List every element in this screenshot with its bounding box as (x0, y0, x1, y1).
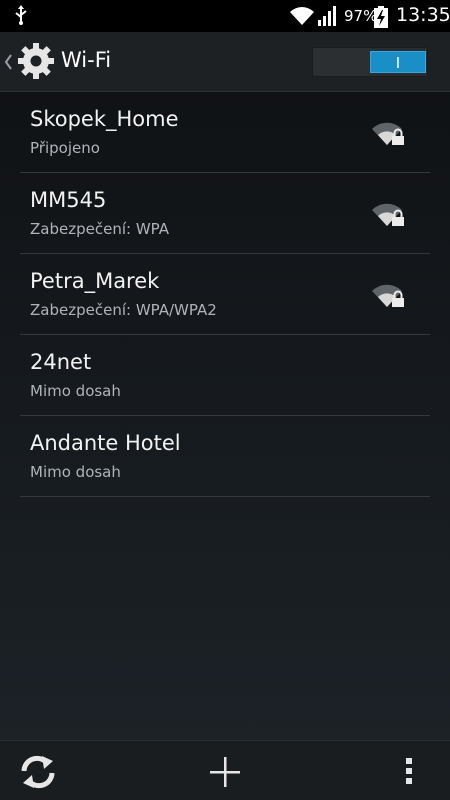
network-name: Petra_Marek (30, 269, 160, 293)
battery-percent: 97% (344, 7, 378, 25)
network-name: 24net (30, 350, 92, 374)
usb-icon (14, 5, 28, 29)
action-bar: Wi-Fi I (0, 32, 450, 92)
network-name: MM545 (30, 188, 107, 212)
add-network-icon[interactable] (208, 755, 242, 793)
network-status: Mimo dosah (30, 463, 121, 481)
bottom-action-bar (0, 740, 450, 800)
cell-signal-icon (318, 6, 338, 30)
wifi-lock-icon (372, 283, 406, 313)
wifi-toggle[interactable]: I (312, 47, 428, 77)
network-item[interactable]: 24net Mimo dosah (20, 335, 430, 416)
page-title: Wi-Fi (61, 48, 112, 72)
up-caret-icon[interactable] (4, 54, 13, 74)
network-list: Skopek_Home Připojeno MM545 Zabezpečení:… (20, 92, 430, 497)
network-status: Mimo dosah (30, 382, 121, 400)
settings-gear-icon[interactable] (17, 42, 55, 84)
scan-icon[interactable] (20, 755, 56, 793)
status-bar: 97% 13:35 (0, 0, 450, 32)
network-item[interactable]: Petra_Marek Zabezpečení: WPA/WPA2 (20, 254, 430, 335)
network-name: Skopek_Home (30, 107, 179, 131)
wifi-lock-icon (372, 121, 406, 151)
network-item[interactable]: Skopek_Home Připojeno (20, 92, 430, 173)
network-item[interactable]: Andante Hotel Mimo dosah (20, 416, 430, 497)
network-item[interactable]: MM545 Zabezpečení: WPA (20, 173, 430, 254)
overflow-menu-icon[interactable] (404, 757, 414, 789)
network-status: Připojeno (30, 139, 100, 157)
wifi-status-icon (290, 7, 314, 29)
battery-charging-icon (374, 6, 388, 32)
clock: 13:35 (396, 4, 450, 26)
wifi-lock-icon (372, 202, 406, 232)
toggle-on-thumb: I (370, 51, 426, 73)
network-status: Zabezpečení: WPA/WPA2 (30, 301, 217, 319)
network-name: Andante Hotel (30, 431, 181, 455)
toggle-off-track (313, 48, 370, 76)
wifi-settings-screen: 97% 13:35 Wi-Fi I Skopek_Home Připojeno … (0, 0, 450, 800)
network-status: Zabezpečení: WPA (30, 220, 169, 238)
